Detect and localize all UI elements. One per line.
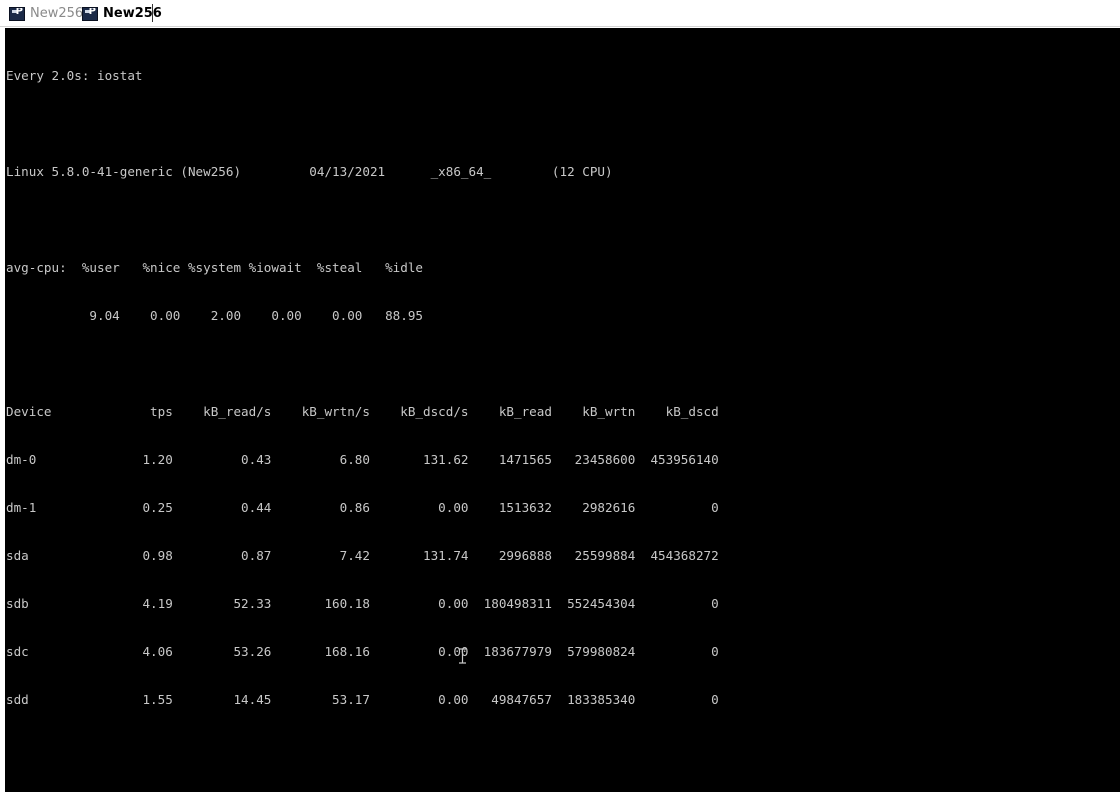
tab-separator xyxy=(152,4,153,22)
putty-icon xyxy=(9,6,25,21)
tab-session-2[interactable]: New256 xyxy=(82,3,162,24)
terminal-line: Every 2.0s: iostat xyxy=(6,68,143,83)
terminal-line: sdb 4.19 52.33 160.18 0.00 180498311 552… xyxy=(6,596,719,611)
terminal-line: Linux 5.8.0-41-generic (New256) 04/13/20… xyxy=(6,164,613,179)
tab-bar: New256 New256 xyxy=(0,0,1120,27)
terminal-line: 9.04 0.00 2.00 0.00 0.00 88.95 xyxy=(6,308,424,323)
terminal-line: sdc 4.06 53.26 168.16 0.00 183677979 579… xyxy=(6,644,719,659)
tab-label: New256 xyxy=(30,6,84,21)
terminal-screen[interactable]: Every 2.0s: iostat Linux 5.8.0-41-generi… xyxy=(5,28,1120,792)
terminal-line: dm-0 1.20 0.43 6.80 131.62 1471565 23458… xyxy=(6,452,719,467)
terminal-line: sdd 1.55 14.45 53.17 0.00 49847657 18338… xyxy=(6,692,719,707)
terminal-line: avg-cpu: %user %nice %system %iowait %st… xyxy=(6,260,424,275)
terminal-output: Every 2.0s: iostat Linux 5.8.0-41-generi… xyxy=(6,36,719,740)
terminal-line: Device tps kB_read/s kB_wrtn/s kB_dscd/s… xyxy=(6,404,719,419)
tab-session-1[interactable]: New256 xyxy=(9,3,83,24)
putty-icon xyxy=(82,6,98,21)
text-ibeam-cursor-icon xyxy=(459,648,466,664)
terminal-line: dm-1 0.25 0.44 0.86 0.00 1513632 2982616… xyxy=(6,500,719,515)
terminal-line: sda 0.98 0.87 7.42 131.74 2996888 255998… xyxy=(6,548,719,563)
tab-label: New256 xyxy=(103,6,162,21)
